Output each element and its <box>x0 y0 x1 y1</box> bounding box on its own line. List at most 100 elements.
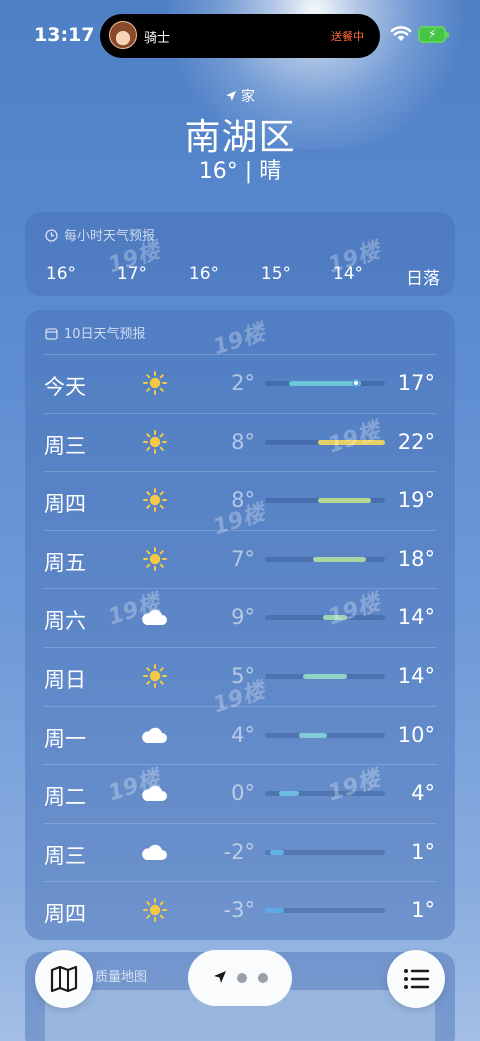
location-arrow-icon <box>226 91 236 101</box>
temperature-range-track <box>265 556 385 562</box>
forecast-high: 14° <box>397 664 435 688</box>
page-dot[interactable] <box>258 973 268 983</box>
temperature-range-track <box>265 791 385 797</box>
temperature-range-bar <box>317 439 385 445</box>
forecast-row[interactable]: 周三 8° 22° <box>25 412 455 471</box>
forecast-high: 4° <box>411 781 435 806</box>
hourly-item: 15° <box>260 264 292 284</box>
forecast-low: 4° <box>231 722 255 747</box>
cloud-icon <box>139 722 167 748</box>
forecast-row[interactable]: 周二 0° 4° <box>25 764 455 822</box>
forecast-day: 今天 <box>44 375 86 399</box>
forecast-low: 8° <box>231 488 255 513</box>
temperature-range-track <box>265 674 385 679</box>
temperature-range-bar <box>269 849 285 855</box>
temperature-range-track <box>265 615 385 621</box>
row-divider <box>43 529 437 531</box>
rider-label: 骑士 <box>144 31 171 46</box>
temperature-range-bar <box>322 615 347 621</box>
sun-icon <box>142 370 168 396</box>
hourly-item: 17° <box>116 264 148 284</box>
city-list-button[interactable] <box>387 950 445 1008</box>
temperature-range-bar <box>317 498 371 504</box>
cloud-icon <box>139 604 167 630</box>
temperature-range-track <box>265 908 385 914</box>
cloud-icon <box>139 839 167 865</box>
sun-icon <box>142 429 168 455</box>
location-tag: 家 <box>0 86 480 106</box>
forecast-low: 5° <box>231 664 255 688</box>
forecast-low: 7° <box>231 546 255 571</box>
temperature-range-track <box>265 439 385 445</box>
forecast-row[interactable]: 周四 8° 19° <box>25 471 455 529</box>
forecast-high: 1° <box>411 898 435 923</box>
temperature-range-bar <box>289 381 361 386</box>
forecast-row[interactable]: 周五 7° 18° <box>25 529 455 588</box>
battery-icon: ⚡ <box>418 26 449 43</box>
forecast-low: 0° <box>231 781 255 806</box>
temperature-range-track <box>265 849 385 855</box>
hourly-item: 14° <box>332 264 364 284</box>
page-indicator[interactable] <box>188 950 292 1006</box>
forecast-high: 19° <box>397 488 435 513</box>
forecast-day: 周二 <box>44 785 86 810</box>
temperature-range-bar <box>279 791 299 797</box>
forecast-row[interactable]: 周三 -2° 1° <box>25 822 455 881</box>
map-icon <box>50 965 78 993</box>
sun-icon <box>142 546 168 572</box>
sun-icon <box>142 897 168 923</box>
forecast-row[interactable]: 今天 2° 17° <box>25 354 455 412</box>
page-dot[interactable] <box>237 973 247 983</box>
ten-day-forecast-title: 10日天气预报 <box>45 323 146 342</box>
row-divider <box>43 588 437 590</box>
temperature-range-bar <box>298 732 328 738</box>
row-divider <box>43 705 437 707</box>
current-conditions: 16° | 晴 <box>198 159 282 184</box>
forecast-low: 9° <box>231 605 255 630</box>
temperature-range-bar <box>313 556 366 562</box>
dynamic-island[interactable]: 骑士 送餐中 <box>100 14 380 58</box>
cloud-icon <box>139 780 167 806</box>
calendar-icon <box>45 328 58 340</box>
rider-avatar <box>109 21 137 49</box>
forecast-high: 18° <box>397 546 435 571</box>
forecast-day: 周五 <box>44 550 86 575</box>
temperature-range-bar <box>265 908 285 914</box>
forecast-low: -2° <box>223 839 255 864</box>
hourly-forecast-title: 每小时天气预报 <box>45 225 155 244</box>
temperature-range-track <box>265 379 385 387</box>
forecast-high: 1° <box>411 839 435 864</box>
ten-day-forecast-title-text: 10日天气预报 <box>64 327 146 342</box>
hourly-forecast-card[interactable]: 每小时天气预报 16° 17° 16° 15° 14° 日落 <box>25 212 455 296</box>
air-quality-map-title: 质量地图 <box>95 970 148 985</box>
row-divider <box>43 822 437 824</box>
hourly-item: 日落 <box>406 269 440 289</box>
forecast-day: 周三 <box>44 433 86 458</box>
forecast-day: 周一 <box>44 726 86 751</box>
sun-icon <box>142 487 168 513</box>
forecast-day: 周日 <box>44 668 86 692</box>
forecast-row[interactable]: 周一 4° 10° <box>25 705 455 764</box>
temperature-range-track <box>265 498 385 504</box>
charging-bolt-icon: ⚡ <box>428 27 437 41</box>
clock-icon <box>45 229 58 242</box>
temperature-range-bar <box>303 674 347 679</box>
hourly-forecast-title-text: 每小时天气预报 <box>64 229 156 244</box>
forecast-low: 2° <box>231 371 255 395</box>
row-divider <box>43 764 437 766</box>
forecast-row[interactable]: 周四 -3° 1° <box>25 881 455 939</box>
row-divider <box>43 412 437 414</box>
hourly-item: 16° <box>188 264 220 284</box>
map-button[interactable] <box>35 950 93 1008</box>
forecast-day: 周四 <box>44 492 86 517</box>
wifi-icon <box>390 26 412 41</box>
row-divider <box>43 881 437 883</box>
ten-day-forecast-card[interactable]: 10日天气预报 今天 2° 17° 周三 8° 22° 周四 8° 19° 周五 7° 18° 周六 9°… <box>25 310 455 940</box>
status-bar: 13:17 骑士 送餐中 ⚡ <box>0 0 480 70</box>
sun-icon <box>142 663 168 689</box>
forecast-low: -3° <box>223 898 255 923</box>
forecast-row[interactable]: 周日 5° 14° <box>25 647 455 705</box>
location-tag-label: 家 <box>241 89 255 105</box>
forecast-row[interactable]: 周六 9° 14° <box>25 588 455 646</box>
forecast-high: 10° <box>397 722 435 747</box>
